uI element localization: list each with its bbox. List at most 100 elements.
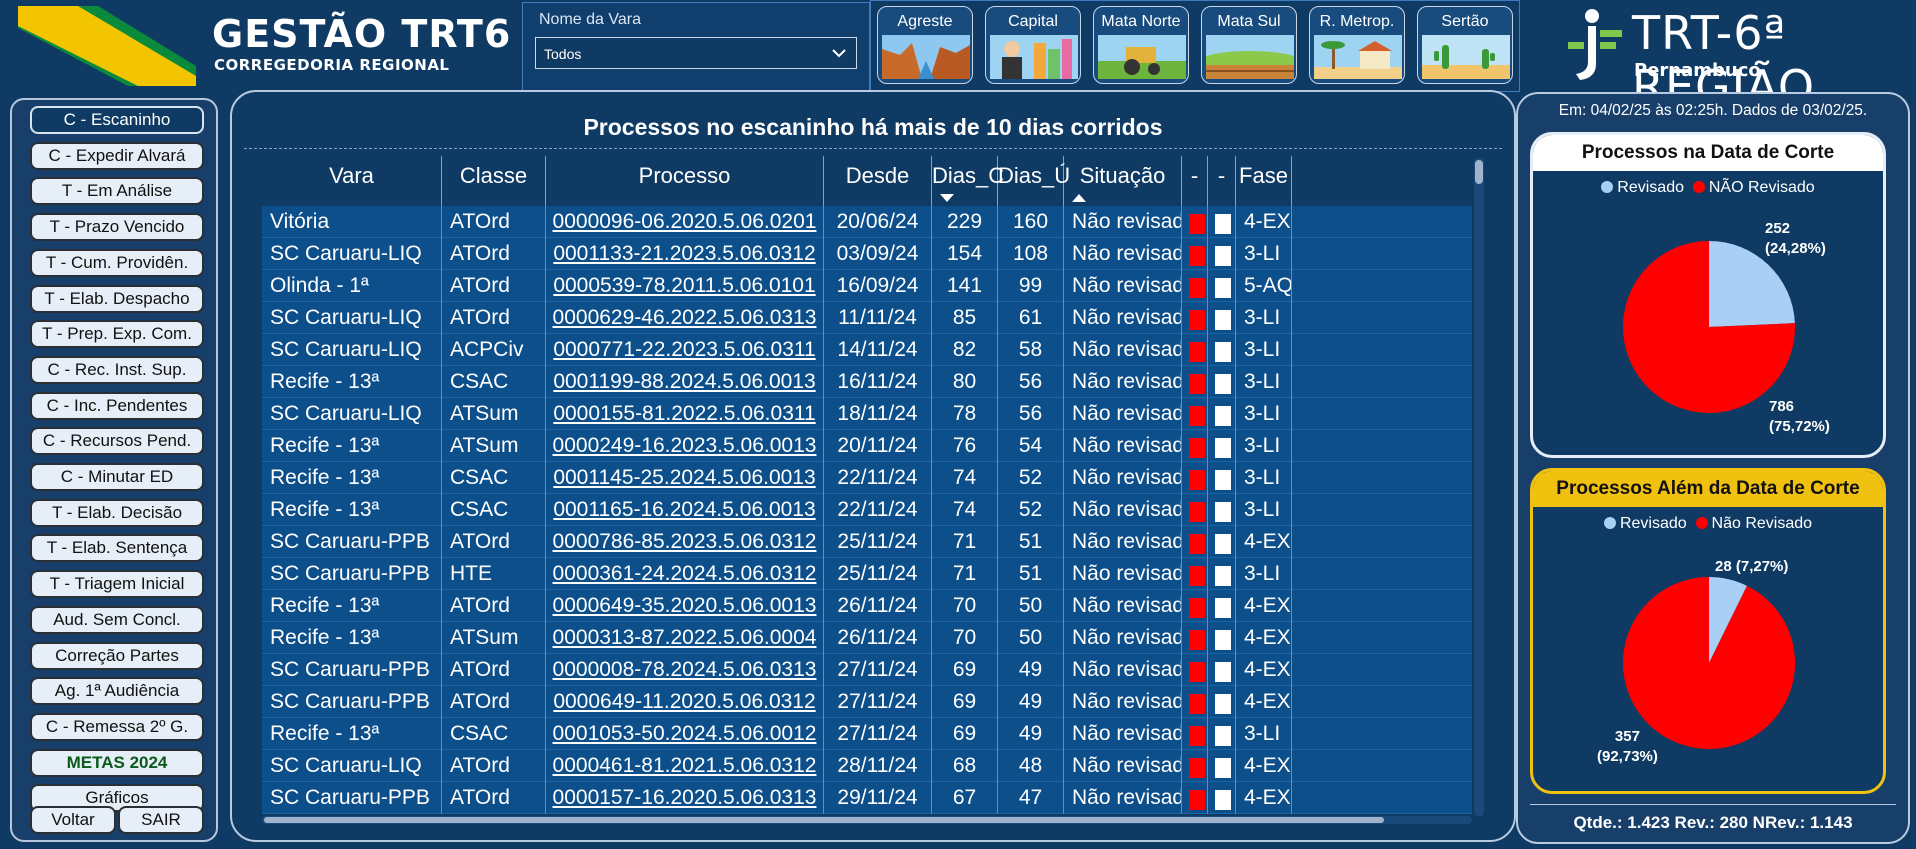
nav-button[interactable]: T - Prep. Exp. Com.: [30, 320, 204, 349]
cell-processo[interactable]: 0000313-87.2022.5.06.0004: [546, 622, 824, 654]
table-row[interactable]: Recife - 13ª ATSum 0000313-87.2022.5.06.00…: [262, 622, 1472, 654]
cell-dias-u: 99: [998, 270, 1064, 302]
cell-processo[interactable]: 0000361-24.2024.5.06.0312: [546, 558, 824, 590]
cell-classe: ATOrd: [442, 686, 546, 718]
nav-button[interactable]: T - Elab. Despacho: [30, 284, 204, 313]
cell-dias-u: 56: [998, 366, 1064, 398]
cell-vara: SC Caruaru-PPB: [262, 558, 442, 590]
table-row[interactable]: SC Caruaru-PPB HTE 0000361-24.2024.5.06.03…: [262, 558, 1472, 590]
nav-button[interactable]: Correção Partes: [30, 641, 204, 670]
nav-button[interactable]: C - Minutar ED: [30, 463, 204, 491]
table-row[interactable]: SC Caruaru-PPB ATOrd 0000649-11.2020.5.06.…: [262, 686, 1472, 718]
cell-fase: 4-EX: [1236, 654, 1292, 686]
cell-processo[interactable]: 0000155-81.2022.5.06.0311: [546, 398, 824, 430]
data-label-pct: (75,72%): [1769, 418, 1830, 435]
nav-button[interactable]: METAS 2024: [30, 748, 204, 777]
nav-button[interactable]: T - Elab. Sentença: [30, 534, 204, 563]
cell-processo[interactable]: 0001199-88.2024.5.06.0013: [546, 366, 824, 398]
header-col-dias-u[interactable]: Dias_Ú: [998, 156, 1070, 206]
table-row[interactable]: SC Caruaru-PPB ATOrd 0000008-78.2024.5.06.…: [262, 654, 1472, 686]
table-row[interactable]: SC Caruaru-LIQ ACPCiv 0000771-22.2023.5.06…: [262, 334, 1472, 366]
cell-processo[interactable]: 0000249-16.2023.5.06.0013: [546, 430, 824, 462]
cell-processo[interactable]: 0000539-78.2011.5.06.0101: [546, 270, 824, 302]
status-flag-red: [1182, 622, 1208, 654]
cell-processo[interactable]: 0000786-85.2023.5.06.0312: [546, 526, 824, 558]
table-row[interactable]: SC Caruaru-PPB ATOrd 0000786-85.2023.5.06.…: [262, 526, 1472, 558]
region-label: R. Metrop.: [1319, 13, 1395, 30]
nav-button[interactable]: T - Em Análise: [30, 177, 204, 206]
header-col-situacao[interactable]: Situação: [1064, 156, 1182, 206]
nav-button[interactable]: T - Triagem Inicial: [30, 570, 204, 599]
cell-processo[interactable]: 0001133-21.2023.5.06.0312: [546, 238, 824, 270]
vertical-scrollbar[interactable]: [1474, 158, 1484, 816]
cell-processo[interactable]: 0000649-11.2020.5.06.0312: [546, 686, 824, 718]
cell-processo[interactable]: 0001053-50.2024.5.06.0012: [546, 718, 824, 750]
table-row[interactable]: Recife - 13ª CSAC 0001199-88.2024.5.06.001…: [262, 366, 1472, 398]
nav-button[interactable]: T - Elab. Decisão: [30, 498, 204, 527]
back-button[interactable]: Voltar: [30, 806, 116, 834]
header-col-dias-c[interactable]: Dias_C: [932, 156, 1004, 206]
nav-button[interactable]: C - Escaninho: [30, 106, 204, 134]
header-col-classe[interactable]: Classe: [442, 156, 546, 206]
cell-dias-u: 52: [998, 494, 1064, 526]
nav-button[interactable]: C - Rec. Inst. Sup.: [30, 355, 204, 384]
cell-situacao: Não revisado: [1064, 206, 1182, 238]
nav-button[interactable]: Aud. Sem Concl.: [30, 605, 204, 634]
table-row[interactable]: SC Caruaru-LIQ ATOrd 0001133-21.2023.5.06.…: [262, 238, 1472, 270]
cell-classe: ATOrd: [442, 590, 546, 622]
table-row[interactable]: Recife - 13ª CSAC 0001165-16.2024.5.06.001…: [262, 494, 1472, 526]
nav-button[interactable]: C - Expedir Alvará: [30, 141, 204, 170]
table-row[interactable]: SC Caruaru-LIQ ATOrd 0000461-81.2021.5.06.…: [262, 750, 1472, 782]
nav-button[interactable]: C - Recursos Pend.: [30, 427, 204, 456]
table-row[interactable]: SC Caruaru-LIQ ATOrd 0000629-46.2022.5.06.…: [262, 302, 1472, 334]
table-row[interactable]: Olinda - 1ª ATOrd 0000539-78.2011.5.06.010…: [262, 270, 1472, 302]
header-col-flag-1[interactable]: -: [1182, 156, 1208, 206]
header-col-vara[interactable]: Vara: [262, 156, 442, 206]
cell-processo[interactable]: 0000008-78.2024.5.06.0313: [546, 654, 824, 686]
pie-slice-não-revisado[interactable]: [1623, 577, 1795, 749]
table-row[interactable]: SC Caruaru-LIQ ATSum 0000155-81.2022.5.06.…: [262, 398, 1472, 430]
table-row[interactable]: Vitória ATOrd 0000096-06.2020.5.06.0201 20/…: [262, 206, 1472, 238]
region-label: Capital: [1008, 13, 1058, 30]
table-row[interactable]: Recife - 13ª CSAC 0001053-50.2024.5.06.001…: [262, 718, 1472, 750]
cell-processo[interactable]: 0000461-81.2021.5.06.0312: [546, 750, 824, 782]
flag-marker: [1215, 278, 1231, 298]
header-col-fase[interactable]: Fase: [1236, 156, 1292, 206]
header-col-flag-2[interactable]: -: [1208, 156, 1236, 206]
nav-button[interactable]: T - Prazo Vencido: [30, 213, 204, 242]
cell-processo[interactable]: 0000157-16.2020.5.06.0313: [546, 782, 824, 814]
cell-dias-u: 50: [998, 622, 1064, 654]
region-button-capital[interactable]: Capital: [985, 6, 1081, 84]
cell-processo[interactable]: 0000771-22.2023.5.06.0311: [546, 334, 824, 366]
cell-situacao: Não revisado: [1064, 238, 1182, 270]
cell-classe: CSAC: [442, 718, 546, 750]
cell-processo[interactable]: 0001165-16.2024.5.06.0013: [546, 494, 824, 526]
header-col-desde[interactable]: Desde: [824, 156, 932, 206]
cell-processo[interactable]: 0000096-06.2020.5.06.0201: [546, 206, 824, 238]
vara-select[interactable]: Todos: [535, 37, 857, 69]
nav-button[interactable]: C - Remessa 2º G.: [30, 712, 204, 741]
cell-fase: 4-EX: [1236, 782, 1292, 814]
cell-dias-u: 50: [998, 590, 1064, 622]
exit-button[interactable]: SAIR: [118, 806, 204, 834]
table-row[interactable]: Recife - 13ª CSAC 0001145-25.2024.5.06.001…: [262, 462, 1472, 494]
region-button-agreste[interactable]: Agreste: [877, 6, 973, 84]
cell-processo[interactable]: 0000649-35.2020.5.06.0013: [546, 590, 824, 622]
cell-processo[interactable]: 0001145-25.2024.5.06.0013: [546, 462, 824, 494]
table-row[interactable]: SC Caruaru-PPB ATOrd 0000157-16.2020.5.06.…: [262, 782, 1472, 814]
cell-processo[interactable]: 0000629-46.2022.5.06.0313: [546, 302, 824, 334]
scrollbar-thumb[interactable]: [1475, 160, 1483, 184]
table-row[interactable]: Recife - 13ª ATSum 0000249-16.2023.5.06.00…: [262, 430, 1472, 462]
scrollbar-thumb[interactable]: [264, 817, 1384, 823]
region-button-sertao[interactable]: Sertão: [1417, 6, 1513, 84]
horizontal-scrollbar[interactable]: [262, 816, 1472, 824]
header-col-processo[interactable]: Processo: [546, 156, 824, 206]
table-row[interactable]: Recife - 13ª ATOrd 0000649-35.2020.5.06.00…: [262, 590, 1472, 622]
region-button-r-metrop[interactable]: R. Metrop.: [1309, 6, 1405, 84]
nav-button[interactable]: T - Cum. Providên.: [30, 248, 204, 277]
nav-button[interactable]: C - Inc. Pendentes: [30, 391, 204, 420]
nav-button[interactable]: Ag. 1ª Audiência: [30, 677, 204, 706]
region-button-mata-sul[interactable]: Mata Sul: [1201, 6, 1297, 84]
region-button-mata-norte[interactable]: Mata Norte: [1093, 6, 1189, 84]
cell-desde: 16/11/24: [824, 366, 932, 398]
